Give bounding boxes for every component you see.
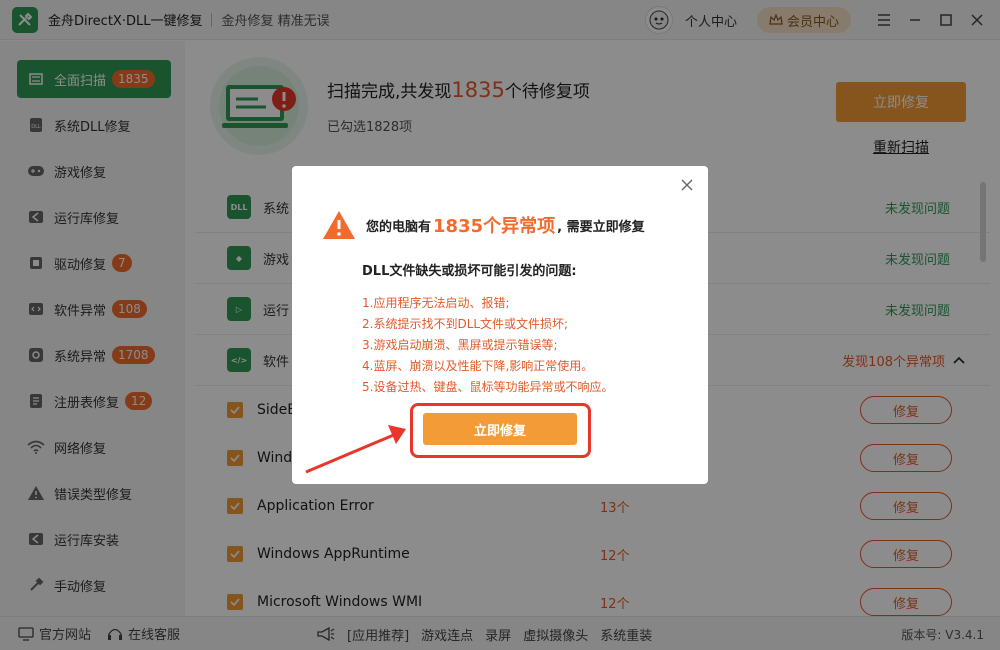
problem-item: 5.设备过热、键盘、鼠标等功能异常或不响应。 [362,380,614,394]
pointer-arrow-icon [305,425,406,474]
close-icon [681,179,693,191]
problem-item: 3.游戏启动崩溃、黑屏或提示错误等; [362,338,558,352]
problem-title: DLL文件缺失或损坏可能引发的问题: [362,264,577,279]
problem-item: 1.应用程序无法启动、报错; [362,296,510,310]
anomaly-count: 1835个异常项 [433,216,556,237]
dialog-heading: 您的电脑有 1835个异常项 , 需要立即修复 [322,210,645,240]
dialog-fix-now-button[interactable]: 立即修复 [423,413,577,445]
dialog-close-button[interactable] [678,176,696,194]
problem-item: 4.蓝屏、崩溃以及性能下降,影响正常使用。 [362,359,594,373]
warning-icon [323,211,355,239]
problem-item: 2.系统提示找不到DLL文件或文件损坏; [362,317,569,331]
problem-list: 1.应用程序无法启动、报错; 2.系统提示找不到DLL文件或文件损坏; 3.游戏… [362,293,613,398]
